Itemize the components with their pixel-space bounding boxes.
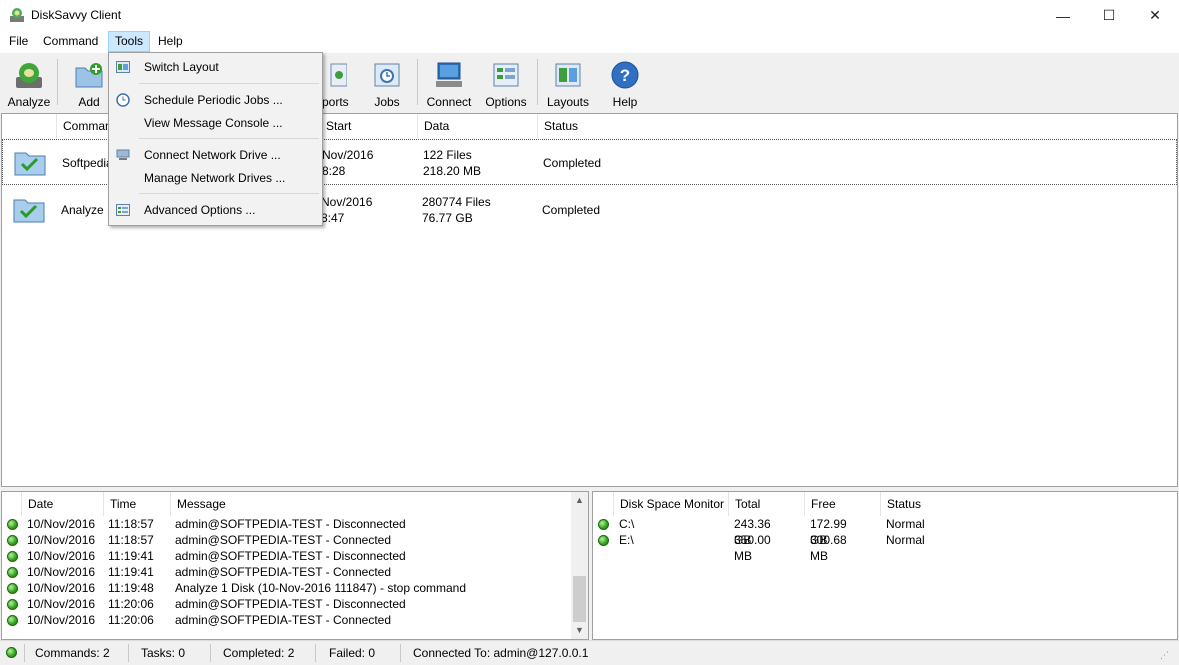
- menu-separator: [139, 138, 319, 139]
- analyze-button[interactable]: Analyze: [1, 57, 57, 109]
- clock-icon: [116, 93, 130, 107]
- computer-icon: [436, 62, 462, 87]
- status-separator: [315, 644, 316, 662]
- tools-dropdown-menu: Switch Layout Schedule Periodic Jobs ...…: [108, 52, 323, 226]
- log-scrollbar[interactable]: ▲ ▼: [571, 492, 588, 639]
- completed-folder-icon: [14, 152, 46, 176]
- column-header-indicator[interactable]: [593, 492, 614, 516]
- menu-item-connect-network-drive[interactable]: Connect Network Drive ...: [109, 144, 320, 166]
- status-ok-icon: [7, 567, 18, 578]
- column-header-start[interactable]: Start: [320, 114, 418, 138]
- column-header-time[interactable]: Time: [104, 492, 171, 516]
- jobs-icon: [374, 63, 400, 87]
- column-header-indicator[interactable]: [2, 492, 22, 516]
- options-icon: [116, 204, 130, 216]
- toolbar-separator: [57, 59, 58, 105]
- menu-item-advanced-options[interactable]: Advanced Options ...: [109, 199, 320, 221]
- resize-grip-icon[interactable]: ⋰: [1160, 649, 1172, 661]
- menu-separator: [139, 193, 319, 194]
- menu-item-message-console[interactable]: View Message Console ...: [109, 112, 320, 134]
- status-ok-icon: [7, 599, 18, 610]
- scroll-up-arrow-icon[interactable]: ▲: [575, 495, 584, 505]
- scroll-down-arrow-icon[interactable]: ▼: [575, 625, 584, 635]
- help-button[interactable]: ? Help: [597, 57, 653, 109]
- svg-text:?: ?: [620, 66, 630, 85]
- status-ok-icon: [7, 519, 18, 530]
- status-ok-icon: [7, 535, 18, 546]
- column-header-total[interactable]: Total: [729, 492, 805, 516]
- analyze-icon: [16, 63, 42, 88]
- title-bar: DiskSavvy Client — ☐ ✕: [0, 0, 1179, 31]
- message-log-panel: Date Time Message 10/Nov/2016 11:18:57 a…: [1, 491, 589, 640]
- network-drive-icon: [116, 149, 130, 160]
- menu-tools[interactable]: Tools: [108, 31, 151, 52]
- column-header-data[interactable]: Data: [418, 114, 538, 138]
- menu-file[interactable]: File: [3, 31, 34, 51]
- maximize-button[interactable]: ☐: [1086, 0, 1132, 31]
- disk-space-monitor-panel: Disk Space Monitor Total Free Status C:\…: [592, 491, 1178, 640]
- add-folder-icon: [75, 63, 103, 88]
- status-ok-icon: [598, 519, 609, 530]
- layouts-icon: [555, 63, 581, 87]
- column-header-date[interactable]: Date: [22, 492, 104, 516]
- column-header-disk[interactable]: Disk Space Monitor: [614, 492, 729, 516]
- minimize-button[interactable]: —: [1040, 0, 1086, 31]
- menu-item-switch-layout[interactable]: Switch Layout: [109, 56, 320, 78]
- status-separator: [24, 644, 25, 662]
- status-failed: Failed: 0: [329, 646, 376, 660]
- status-tasks: Tasks: 0: [141, 646, 186, 660]
- status-ok-icon: [7, 615, 18, 626]
- connection-status-icon: [6, 647, 17, 658]
- menu-bar: File Command Tools Help: [0, 31, 1179, 53]
- status-ok-icon: [598, 535, 609, 546]
- options-icon: [493, 63, 519, 87]
- status-commands: Commands: 2: [35, 646, 110, 660]
- status-separator: [128, 644, 129, 662]
- completed-folder-icon: [13, 199, 45, 223]
- menu-item-manage-network-drives[interactable]: Manage Network Drives ...: [109, 167, 320, 189]
- app-icon: [10, 8, 24, 22]
- status-connected-to: Connected To: admin@127.0.0.1: [413, 646, 589, 660]
- options-button[interactable]: Options: [478, 57, 534, 109]
- close-button[interactable]: ✕: [1132, 0, 1178, 31]
- status-separator: [210, 644, 211, 662]
- column-header-free[interactable]: Free: [805, 492, 881, 516]
- help-icon: ?: [611, 61, 639, 89]
- layouts-button[interactable]: Layouts: [540, 57, 596, 109]
- menu-item-schedule-jobs[interactable]: Schedule Periodic Jobs ...: [109, 89, 320, 111]
- status-separator: [400, 644, 401, 662]
- connect-button[interactable]: Connect: [421, 57, 477, 109]
- column-header-status[interactable]: Status: [538, 114, 1177, 138]
- menu-help[interactable]: Help: [152, 31, 189, 51]
- menu-command[interactable]: Command: [37, 31, 104, 51]
- column-header-icon[interactable]: [2, 114, 57, 138]
- toolbar-separator: [537, 59, 538, 105]
- status-completed: Completed: 2: [223, 646, 295, 660]
- toolbar-separator: [417, 59, 418, 105]
- column-header-message[interactable]: Message: [171, 492, 571, 516]
- status-ok-icon: [7, 551, 18, 562]
- layout-icon: [116, 61, 130, 73]
- jobs-button[interactable]: Jobs: [359, 57, 415, 109]
- window-title: DiskSavvy Client: [31, 8, 122, 22]
- status-bar: Commands: 2 Tasks: 0 Completed: 2 Failed…: [0, 640, 1179, 665]
- scroll-thumb[interactable]: [573, 576, 586, 622]
- column-header-status[interactable]: Status: [881, 492, 1177, 516]
- status-ok-icon: [7, 583, 18, 594]
- menu-separator: [139, 83, 319, 84]
